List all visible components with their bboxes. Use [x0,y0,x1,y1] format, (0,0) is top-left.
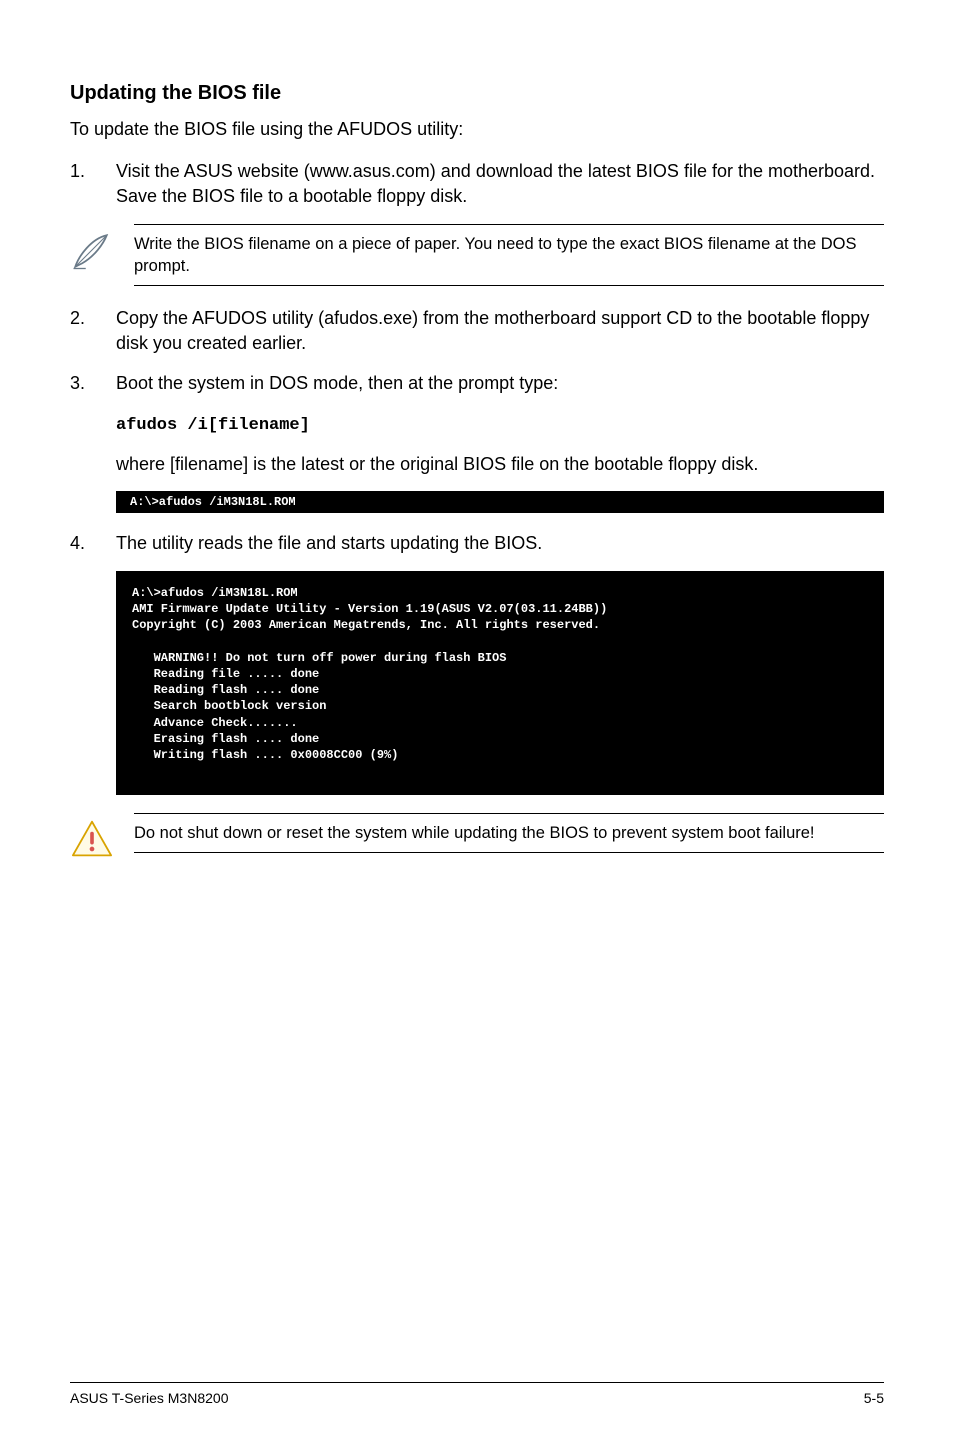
step-text: The utility reads the file and starts up… [116,531,884,555]
note-text: Write the BIOS filename on a piece of pa… [134,224,884,287]
step-text: Visit the ASUS website (www.asus.com) an… [116,159,884,208]
quill-icon [70,224,134,272]
page-footer: ASUS T-Series M3N8200 5-5 [70,1382,884,1408]
terminal-output-1: A:\>afudos /iM3N18L.ROM [116,491,884,513]
step-number: 4. [70,531,116,555]
step-4: 4. The utility reads the file and starts… [70,531,884,555]
note-callout: Write the BIOS filename on a piece of pa… [70,224,884,287]
step-text: Copy the AFUDOS utility (afudos.exe) fro… [116,306,884,355]
step-1: 1. Visit the ASUS website (www.asus.com)… [70,159,884,208]
step-number: 3. [70,371,116,395]
command-code: afudos /i[filename] [116,416,310,435]
step-explanation: where [filename] is the latest or the or… [116,452,884,476]
step-2: 2. Copy the AFUDOS utility (afudos.exe) … [70,306,884,355]
intro-text: To update the BIOS file using the AFUDOS… [70,117,884,141]
footer-product: ASUS T-Series M3N8200 [70,1389,228,1408]
warning-icon [70,813,134,859]
footer-page-number: 5-5 [864,1389,884,1408]
terminal-output-2: A:\>afudos /iM3N18L.ROM AMI Firmware Upd… [116,571,884,795]
step-text: Boot the system in DOS mode, then at the… [116,371,884,395]
step-number: 2. [70,306,116,355]
warning-text: Do not shut down or reset the system whi… [134,813,884,853]
section-heading: Updating the BIOS file [70,80,884,107]
warning-callout: Do not shut down or reset the system whi… [70,813,884,859]
step-3: 3. Boot the system in DOS mode, then at … [70,371,884,395]
step-number: 1. [70,159,116,208]
